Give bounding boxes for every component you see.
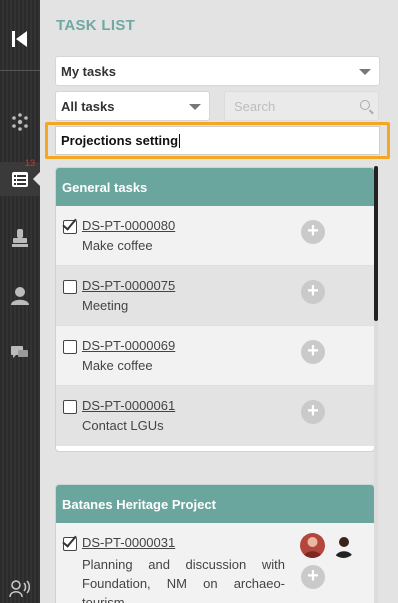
sidebar: 13 xyxy=(0,0,40,603)
scrollbar[interactable] xyxy=(374,166,378,603)
task-name: Planning and discussion with Foundation,… xyxy=(82,557,285,603)
search-icon[interactable] xyxy=(360,100,370,110)
task-row[interactable]: DS-PT-0000061 Contact LGUs + xyxy=(56,386,374,446)
page-title: TASK LIST xyxy=(56,17,136,34)
status-select-value: All tasks xyxy=(61,98,115,114)
task-id-link[interactable]: DS-PT-0000061 xyxy=(82,398,175,413)
task-id-link[interactable]: DS-PT-0000031 xyxy=(82,535,175,550)
search-input[interactable] xyxy=(225,92,345,120)
group-title: General tasks xyxy=(56,168,374,206)
collapse-left-icon[interactable] xyxy=(0,24,40,54)
voice-user-icon[interactable] xyxy=(0,574,40,602)
task-id-link[interactable]: DS-PT-0000080 xyxy=(82,218,175,233)
sidebar-divider xyxy=(0,70,40,71)
stamp-icon[interactable] xyxy=(0,224,40,252)
active-indicator xyxy=(33,172,40,186)
task-group-batanes: Batanes Heritage Project DS-PT-0000031 P… xyxy=(55,484,375,603)
chat-icon[interactable] xyxy=(0,338,40,366)
task-name: Contact LGUs xyxy=(82,418,164,433)
task-checkbox[interactable] xyxy=(63,280,77,294)
scrollbar-thumb[interactable] xyxy=(374,166,378,321)
task-row[interactable]: DS-PT-0000069 Make coffee + xyxy=(56,326,374,386)
task-list-panel: TASK LIST My tasks All tasks Projections… xyxy=(40,0,398,603)
task-row[interactable]: DS-PT-0000075 Meeting + xyxy=(56,266,374,326)
task-checkbox[interactable] xyxy=(63,537,77,551)
task-checkbox[interactable] xyxy=(63,340,77,354)
task-checkbox[interactable] xyxy=(63,400,77,414)
owner-select[interactable]: My tasks xyxy=(55,56,380,86)
task-count-badge: 13 xyxy=(24,158,35,168)
task-row[interactable]: DS-PT-0000031 Planning and discussion wi… xyxy=(56,523,374,603)
avatar[interactable] xyxy=(331,533,356,558)
project-input-value: Projections setting xyxy=(61,133,179,148)
chevron-down-icon xyxy=(359,69,371,75)
task-name: Meeting xyxy=(82,298,129,313)
task-group-general: General tasks DS-PT-0000080 Make coffee … xyxy=(55,167,375,452)
group-title: Batanes Heritage Project xyxy=(56,485,374,523)
sidebar-item-tasks[interactable]: 13 xyxy=(0,158,40,196)
chevron-down-icon xyxy=(189,104,201,110)
task-id-link[interactable]: DS-PT-0000069 xyxy=(82,338,175,353)
task-list-icon xyxy=(12,171,28,187)
task-name: Make coffee xyxy=(82,358,153,373)
task-id-link[interactable]: DS-PT-0000075 xyxy=(82,278,175,293)
add-icon[interactable]: + xyxy=(301,220,325,244)
add-icon[interactable]: + xyxy=(301,400,325,424)
text-cursor xyxy=(179,133,181,148)
task-row[interactable]: DS-PT-0000080 Make coffee + xyxy=(56,206,374,266)
task-name: Make coffee xyxy=(82,238,153,253)
add-icon[interactable]: + xyxy=(301,280,325,304)
network-icon[interactable] xyxy=(0,108,40,136)
add-icon[interactable]: + xyxy=(301,565,325,589)
owner-select-value: My tasks xyxy=(61,63,116,79)
avatar[interactable] xyxy=(300,533,325,558)
search-box xyxy=(224,91,379,121)
status-select[interactable]: All tasks xyxy=(55,91,210,121)
user-icon[interactable] xyxy=(0,282,40,310)
add-icon[interactable]: + xyxy=(301,340,325,364)
project-input[interactable]: Projections setting xyxy=(55,126,380,155)
task-checkbox[interactable] xyxy=(63,220,77,234)
